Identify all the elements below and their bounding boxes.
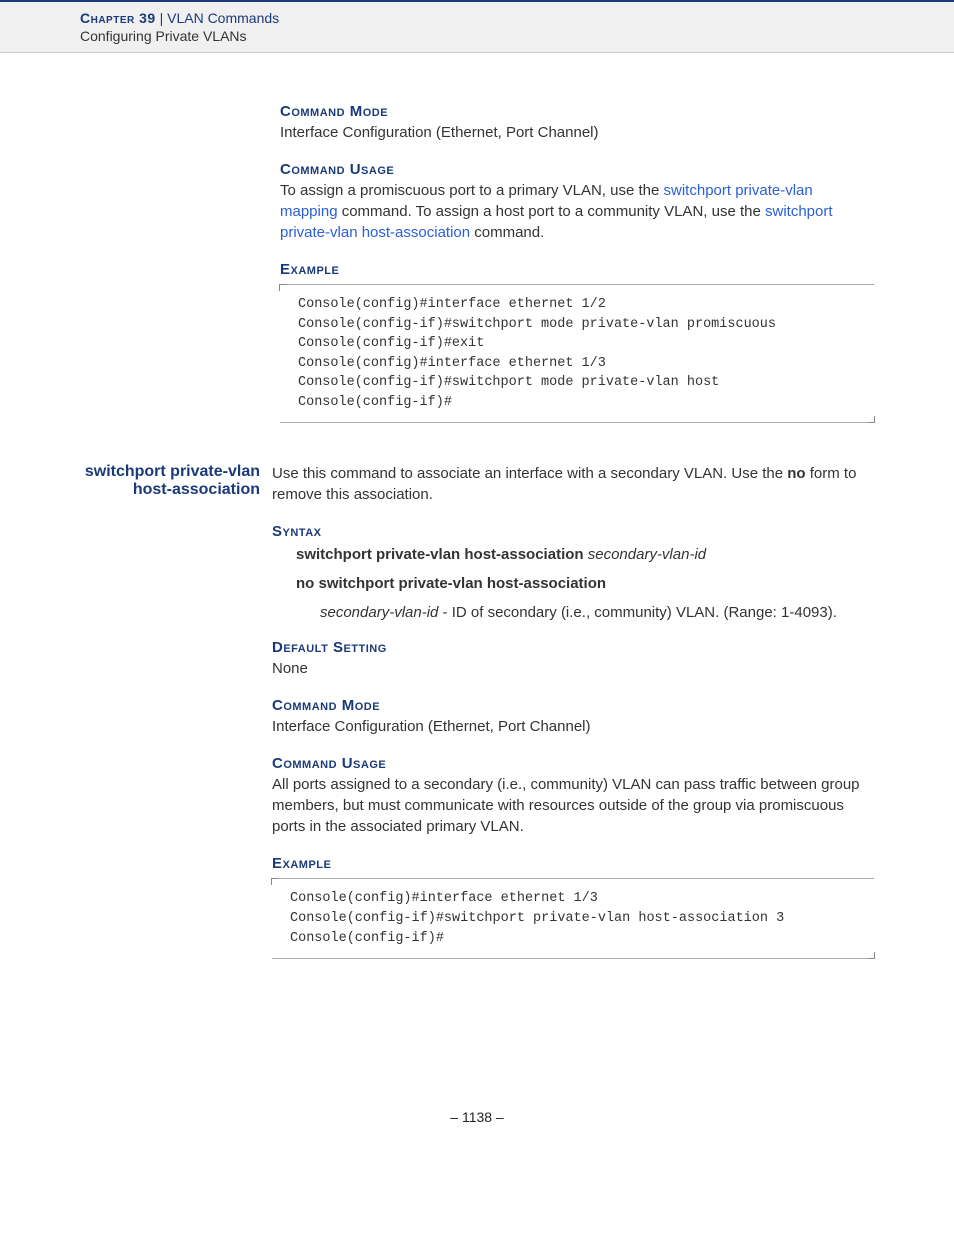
chapter-title: VLAN Commands: [167, 10, 279, 26]
command-title: switchport private-vlan host-association: [80, 463, 272, 969]
page-number: – 1138 –: [80, 1109, 874, 1125]
command-mode-text-2: Interface Configuration (Ethernet, Port …: [272, 716, 874, 737]
usage-post: command.: [470, 224, 544, 241]
command-mode-text: Interface Configuration (Ethernet, Port …: [280, 122, 874, 143]
header-subtitle: Configuring Private VLANs: [80, 28, 954, 44]
default-setting-heading: Default Setting: [272, 639, 874, 656]
section-2-content: Use this command to associate an interfa…: [272, 463, 874, 969]
default-setting-text: None: [272, 658, 874, 679]
intro-text: Use this command to associate an interfa…: [272, 463, 874, 505]
usage-mid: command. To assign a host port to a comm…: [338, 203, 765, 220]
param-text: - ID of secondary (i.e., community) VLAN…: [438, 604, 837, 621]
intro-no: no: [787, 465, 805, 482]
section-2: switchport private-vlan host-association…: [80, 463, 874, 969]
command-usage-heading: Command Usage: [280, 161, 874, 178]
page-header: Chapter 39 | VLAN Commands Configuring P…: [0, 0, 954, 53]
header-line1: Chapter 39 | VLAN Commands: [80, 10, 954, 26]
command-usage-heading-2: Command Usage: [272, 755, 874, 772]
syntax-block: switchport private-vlan host-association…: [296, 546, 874, 621]
command-usage-text-2: All ports assigned to a secondary (i.e.,…: [272, 774, 874, 837]
chapter-label: Chapter 39: [80, 10, 156, 26]
syntax-line-2: no switchport private-vlan host-associat…: [296, 575, 874, 592]
example-code-block-2: Console(config)#interface ethernet 1/3 C…: [272, 878, 874, 959]
syntax-no: no switchport private-vlan host-associat…: [296, 575, 606, 592]
syntax-line-1: switchport private-vlan host-association…: [296, 546, 874, 563]
page-body: Command Mode Interface Configuration (Et…: [0, 53, 954, 1165]
divider: |: [156, 10, 167, 26]
param-desc: secondary-vlan-id - ID of secondary (i.e…: [320, 604, 874, 621]
usage-pre: To assign a promiscuous port to a primar…: [280, 182, 664, 199]
command-mode-heading-2: Command Mode: [272, 697, 874, 714]
example-heading: Example: [280, 261, 874, 278]
command-usage-text: To assign a promiscuous port to a primar…: [280, 180, 874, 243]
intro-pre: Use this command to associate an interfa…: [272, 465, 787, 482]
example-heading-2: Example: [272, 855, 874, 872]
syntax-arg: secondary-vlan-id: [588, 546, 706, 563]
example-code-block: Console(config)#interface ethernet 1/2 C…: [280, 284, 874, 423]
section-1: Command Mode Interface Configuration (Et…: [280, 103, 874, 423]
command-mode-heading: Command Mode: [280, 103, 874, 120]
syntax-heading: Syntax: [272, 523, 874, 540]
syntax-cmd: switchport private-vlan host-association: [296, 546, 584, 563]
param-name: secondary-vlan-id: [320, 604, 438, 621]
